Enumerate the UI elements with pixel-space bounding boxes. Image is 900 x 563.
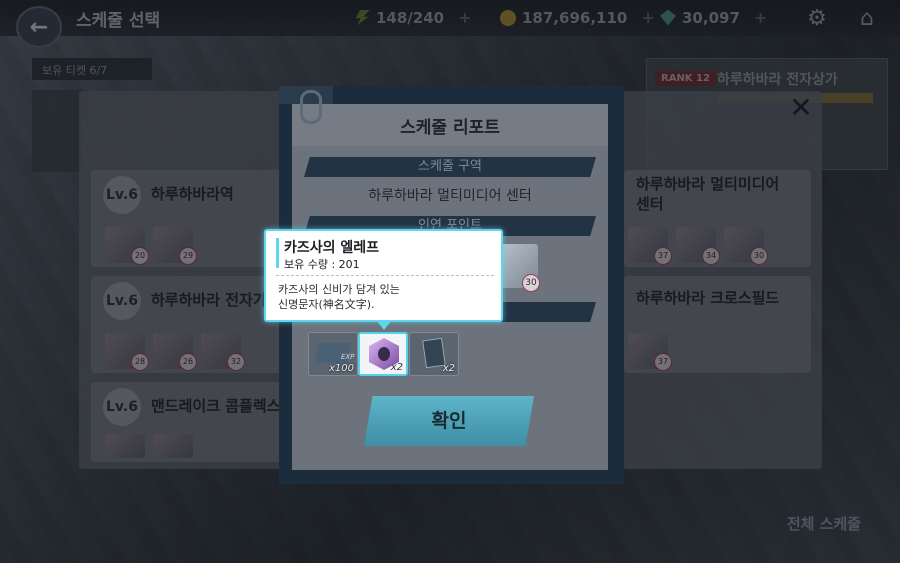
reward-quantity: x100 [328,363,354,374]
item-tooltip: 카즈사의 엘레프 보유 수량 : 201 카즈사의 신비가 담겨 있는 신명문자… [264,229,503,322]
reward-item-selected[interactable]: x2 [358,332,408,376]
tooltip-item-count: 보유 수량 : 201 [284,258,360,271]
tooltip-item-name: 카즈사의 엘레프 [284,240,380,256]
tooltip-accent-bar [276,238,279,268]
reward-item[interactable]: x2 [409,332,459,376]
confirm-button[interactable]: 확인 [364,396,534,446]
schedule-area-value: 하루하바라 멀티미디어 센터 [368,188,532,204]
tooltip-description-line: 신명문자(神名文字). [278,298,375,311]
reward-quantity: x2 [390,362,403,373]
reward-quantity: x2 [442,363,455,374]
all-schedule-button[interactable]: 전체 스케줄 [762,504,886,544]
tooltip-pointer [376,320,392,330]
exp-report-icon: EXP [315,343,355,363]
reward-item[interactable]: EXP x100 [308,332,358,376]
schedule-area-section-header: 스케줄 구역 [304,157,596,177]
report-title: 스케줄 리포트 [400,118,500,138]
tooltip-description: 카즈사의 신비가 담겨 있는 신명문자(神名文字). [278,282,493,312]
character-level: 30 [522,274,540,292]
tooltip-description-line: 카즈사의 신비가 담겨 있는 [278,283,400,296]
tooltip-divider [276,275,494,276]
character-portrait: 30 [498,244,540,292]
